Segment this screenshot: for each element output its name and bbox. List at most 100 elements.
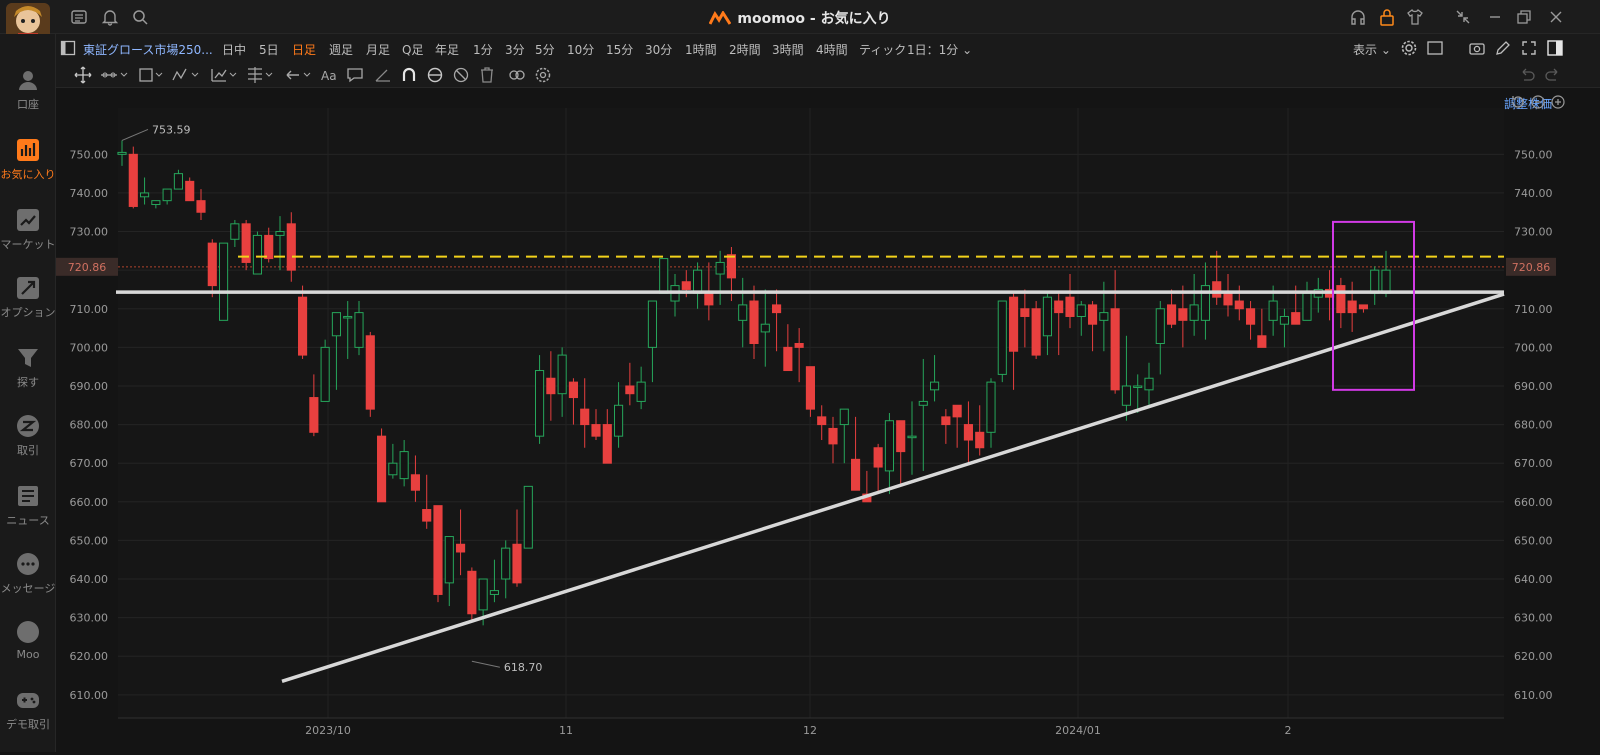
candle-body bbox=[1031, 308, 1041, 356]
tab-timeframe[interactable]: Q足 bbox=[402, 41, 423, 58]
candle-body bbox=[783, 346, 793, 372]
undo-icon[interactable] bbox=[1518, 66, 1536, 84]
sidebar-item-market[interactable]: マーケット bbox=[0, 204, 56, 266]
sidebar-item-label: Moo bbox=[16, 648, 40, 661]
comment-tool-icon[interactable] bbox=[346, 66, 364, 84]
tab-timeframe[interactable]: 30分 bbox=[645, 41, 672, 58]
text-tool-icon[interactable]: Aa bbox=[320, 66, 340, 84]
sidebar-item-moo[interactable]: Moo bbox=[0, 616, 56, 678]
sidebar-item-label: デモ取引 bbox=[6, 718, 50, 731]
arrow-tool-icon[interactable] bbox=[284, 66, 314, 84]
tab-timeframe[interactable]: 1分 bbox=[473, 41, 493, 58]
tab-timeframe[interactable]: 年足 bbox=[435, 41, 459, 58]
line-tool-icon[interactable] bbox=[100, 66, 130, 84]
candle-body bbox=[1336, 285, 1346, 314]
tab-timeframe[interactable]: 3分 bbox=[505, 41, 525, 58]
candle-body bbox=[173, 173, 183, 190]
chart-area[interactable]: 調整株価 750.00 750.00 740.00 740.00 730.00 730.0… bbox=[56, 88, 1600, 752]
sidebar-item-label: 口座 bbox=[17, 98, 39, 111]
close-icon[interactable] bbox=[1547, 8, 1565, 26]
move-icon[interactable] bbox=[74, 66, 92, 84]
fibonacci-tool-icon[interactable] bbox=[246, 66, 276, 84]
sidebar-item-trade[interactable]: 取引 bbox=[0, 410, 56, 472]
camera-icon[interactable] bbox=[1468, 39, 1486, 57]
sidebar: 口座 お気に入り マーケット オプション 探す 取引 ニュース メッセージ Mo… bbox=[0, 34, 56, 752]
drawing-settings-icon[interactable] bbox=[534, 66, 552, 84]
sidebar-item-options[interactable]: オプション bbox=[0, 272, 56, 334]
tab-timeframe[interactable]: 1時間 bbox=[685, 41, 717, 58]
sidebar-item-favorites[interactable]: お気に入り bbox=[0, 134, 56, 196]
tab-timeframe[interactable]: 月足 bbox=[366, 41, 390, 58]
tab-timeframe[interactable]: 2時間 bbox=[729, 41, 761, 58]
current-price-label-left: 720.86 bbox=[68, 261, 107, 274]
candle-body bbox=[117, 151, 127, 155]
high-price-label: 753.59 bbox=[152, 123, 191, 136]
y-tick-label-left: 640.00 bbox=[70, 573, 109, 586]
headset-icon[interactable] bbox=[1349, 8, 1367, 26]
display-menu[interactable]: 表示 ⌄ bbox=[1353, 41, 1391, 58]
trash-icon[interactable] bbox=[478, 66, 496, 84]
lock-icon[interactable] bbox=[1378, 8, 1396, 26]
tab-timeframe[interactable]: 日足 bbox=[292, 41, 316, 58]
candle-body bbox=[422, 509, 432, 522]
pattern-tool-icon[interactable] bbox=[172, 66, 202, 84]
layout-icon[interactable] bbox=[1426, 39, 1444, 57]
candlestick-chart[interactable]: 750.00 750.00 740.00 740.00 730.00 730.00 720.… bbox=[56, 88, 1600, 752]
candle-body bbox=[433, 505, 443, 595]
plot-background bbox=[118, 108, 1504, 718]
tab-timeframe[interactable]: 4時間 bbox=[816, 41, 848, 58]
angle-tool-icon[interactable] bbox=[374, 66, 392, 84]
fullscreen-icon[interactable] bbox=[1520, 39, 1538, 57]
sidebar-item-account[interactable]: 口座 bbox=[0, 64, 56, 126]
rectangle-tool-icon[interactable] bbox=[138, 66, 166, 84]
tab-timeframe[interactable]: 15分 bbox=[606, 41, 633, 58]
y-tick-label-right: 630.00 bbox=[1514, 612, 1553, 625]
zoom-out-icon[interactable] bbox=[1530, 94, 1546, 110]
tab-timeframe[interactable]: 週足 bbox=[329, 41, 353, 58]
magnet-icon[interactable] bbox=[400, 66, 418, 84]
sidebar-item-news[interactable]: ニュース bbox=[0, 480, 56, 542]
side-panel-icon[interactable] bbox=[1546, 39, 1564, 57]
candle-body bbox=[388, 462, 398, 476]
settings-gear-icon[interactable] bbox=[1400, 39, 1418, 57]
minimize-icon[interactable] bbox=[1486, 8, 1504, 26]
y-tick-label-left: 610.00 bbox=[70, 689, 109, 702]
tab-timeframe[interactable]: ティック bbox=[859, 41, 906, 58]
restore-icon[interactable] bbox=[1515, 8, 1533, 26]
candle-body bbox=[1178, 308, 1188, 321]
candle-body bbox=[1212, 281, 1222, 298]
reset-zoom-icon[interactable] bbox=[1510, 94, 1526, 110]
candle-body bbox=[1279, 315, 1289, 325]
sidebar-item-label: 探す bbox=[17, 376, 39, 389]
candle-body bbox=[907, 435, 917, 439]
collapse-icon[interactable] bbox=[1454, 8, 1472, 26]
tab-timeframe[interactable]: 日中 bbox=[222, 41, 246, 58]
sidebar-item-discover[interactable]: 探す bbox=[0, 342, 56, 404]
panel-toggle-icon[interactable] bbox=[60, 40, 76, 56]
candle-body bbox=[591, 424, 601, 437]
redo-icon[interactable] bbox=[1544, 66, 1562, 84]
lock-drawing-icon[interactable] bbox=[426, 66, 444, 84]
sidebar-item-demo-trade[interactable]: デモ取引 bbox=[0, 684, 56, 746]
sidebar-item-messages[interactable]: メッセージ bbox=[0, 548, 56, 610]
y-tick-label-right: 680.00 bbox=[1514, 419, 1553, 432]
low-price-label: 618.70 bbox=[504, 661, 543, 674]
tab-timeframe[interactable]: 10分 bbox=[567, 41, 594, 58]
shirt-icon[interactable] bbox=[1406, 8, 1424, 26]
candle-body bbox=[185, 180, 195, 202]
measure-tool-icon[interactable] bbox=[210, 66, 240, 84]
pencil-icon[interactable] bbox=[1494, 39, 1512, 57]
tab-timeframe[interactable]: 5日 bbox=[259, 41, 279, 58]
hide-drawings-icon[interactable] bbox=[452, 66, 470, 84]
candle-body bbox=[636, 381, 646, 402]
chart-toolbar: 東証グロース市場250... 日中 5日 日足 週足 月足 Q足 年足 1分 3分 5分 10分 15… bbox=[56, 34, 1600, 62]
tab-timeframe[interactable]: 3時間 bbox=[772, 41, 804, 58]
interval-select[interactable]: 1日：1分 ⌄ bbox=[907, 41, 972, 58]
candle-body bbox=[219, 242, 229, 321]
symbol-name[interactable]: 東証グロース市場250... bbox=[83, 41, 213, 58]
candle-body bbox=[726, 254, 736, 279]
tab-timeframe[interactable]: 5分 bbox=[535, 41, 555, 58]
candle-body bbox=[873, 447, 883, 468]
zoom-in-icon[interactable] bbox=[1550, 94, 1566, 110]
link-icon[interactable] bbox=[508, 66, 526, 84]
